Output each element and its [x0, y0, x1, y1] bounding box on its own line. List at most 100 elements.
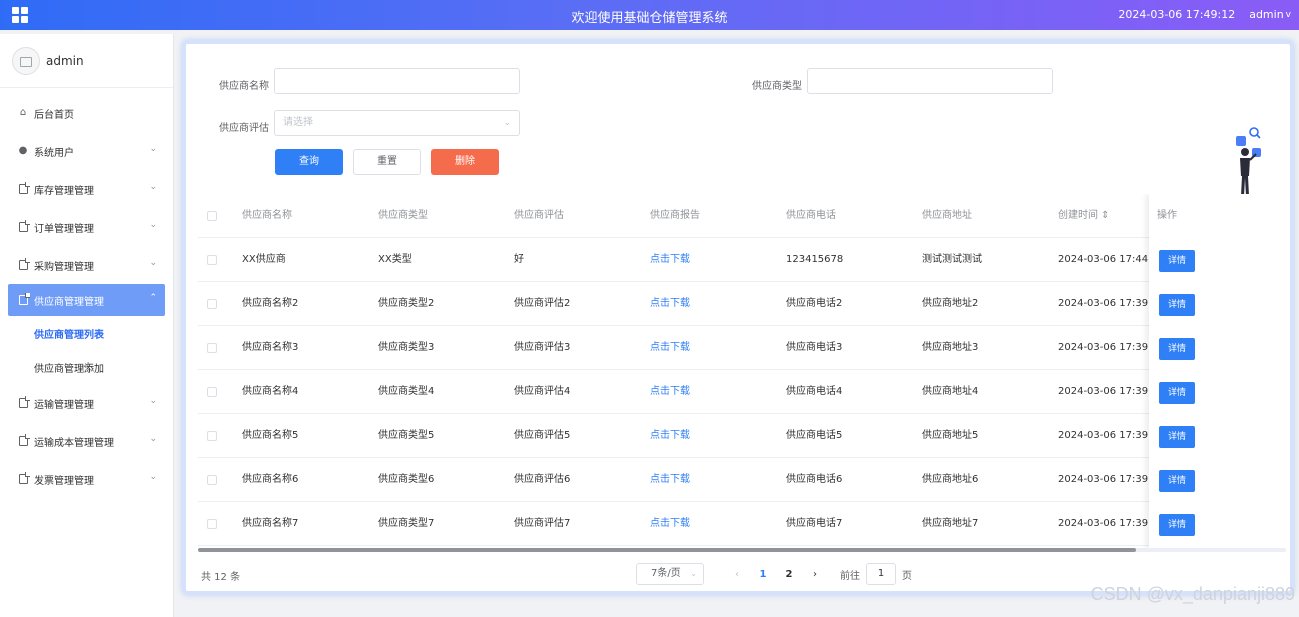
- chevron-down-icon: ⌄: [149, 472, 157, 482]
- download-report-link[interactable]: 点击下载: [650, 370, 690, 414]
- table-cell: 供应商电话3: [786, 342, 843, 353]
- table-cell: 供应商名称4: [242, 386, 299, 397]
- sidebar-user: admin: [0, 34, 173, 88]
- detail-button[interactable]: 详情: [1159, 514, 1195, 536]
- detail-button[interactable]: 详情: [1159, 426, 1195, 448]
- page-number[interactable]: 2: [776, 569, 802, 580]
- sidebar-item-system-users[interactable]: ● 系统用户 ⌄: [0, 132, 173, 170]
- row-checkbox[interactable]: [207, 255, 217, 265]
- header-cell: 供应商电话: [786, 210, 836, 221]
- sidebar-item-home[interactable]: ⌂ 后台首页: [0, 94, 173, 132]
- table-cell: 供应商电话7: [786, 518, 843, 529]
- table-cell: 供应商电话5: [786, 430, 843, 441]
- home-icon: ⌂: [19, 107, 27, 118]
- hand-cursor-icon: ☝: [82, 360, 91, 376]
- supplier-type-label: 供应商类型: [752, 81, 802, 92]
- sidebar-item-label: 订单管理管理: [34, 223, 94, 235]
- header-cell: 操作: [1157, 210, 1177, 221]
- doc-icon: [18, 258, 30, 270]
- row-checkbox[interactable]: [207, 387, 217, 397]
- row-checkbox[interactable]: [207, 519, 217, 529]
- sidebar-item-label: 运输成本管理管理: [34, 437, 114, 449]
- download-report-link[interactable]: 点击下载: [650, 238, 690, 282]
- delete-button[interactable]: 删除: [431, 149, 499, 175]
- sidebar-item-label: 采购管理管理: [34, 261, 94, 273]
- table-cell: 供应商名称7: [242, 518, 299, 529]
- doc-icon: [18, 293, 30, 305]
- detail-button[interactable]: 详情: [1159, 250, 1195, 272]
- sidebar-item-inventory[interactable]: 库存管理管理 ⌄: [0, 170, 173, 208]
- goto-label: 前往: [840, 570, 860, 582]
- detail-button[interactable]: 详情: [1159, 338, 1195, 360]
- doc-icon: [18, 472, 30, 484]
- detail-button[interactable]: 详情: [1159, 382, 1195, 404]
- row-checkbox[interactable]: [207, 299, 217, 309]
- table-header: 供应商名称 供应商类型 供应商评估 供应商报告 供应商电话 供应商地址 创建时间…: [198, 194, 1286, 238]
- sidebar-item-label: 后台首页: [34, 109, 74, 121]
- prev-page-icon[interactable]: ‹: [724, 569, 750, 580]
- table-cell: 供应商评估5: [514, 430, 571, 441]
- sortable-header-cell[interactable]: 创建时间 ⇕: [1058, 194, 1148, 238]
- row-checkbox[interactable]: [207, 343, 217, 353]
- sidebar-subitem-supplier-list[interactable]: 供应商管理列表: [0, 316, 173, 350]
- table-cell: 2024-03-06 17:39:41: [1058, 430, 1150, 441]
- chevron-down-icon: ⌄: [149, 144, 157, 154]
- doc-icon: [18, 434, 30, 446]
- detail-button[interactable]: 详情: [1159, 470, 1195, 492]
- row-checkbox[interactable]: [207, 431, 217, 441]
- sidebar-item-transport-cost[interactable]: 运输成本管理管理 ⌄: [0, 422, 173, 460]
- table-row: 供应商名称3 供应商类型3 供应商评估3 点击下载 供应商电话3 供应商地址3 2024-0…: [198, 326, 1286, 370]
- query-button[interactable]: 查询: [275, 149, 343, 175]
- table-cell: XX供应商: [242, 254, 286, 265]
- page-number[interactable]: 1: [750, 569, 776, 580]
- sidebar-item-transport[interactable]: 运输管理管理 ⌄: [0, 384, 173, 422]
- table-cell: 2024-03-06 17:44:39: [1058, 254, 1150, 265]
- sidebar-item-orders[interactable]: 订单管理管理 ⌄: [0, 208, 173, 246]
- goto-page-input[interactable]: 1: [866, 563, 896, 585]
- next-page-icon[interactable]: ›: [802, 569, 828, 580]
- select-all-checkbox[interactable]: [207, 211, 217, 221]
- sidebar-item-suppliers[interactable]: 供应商管理管理 ⌃: [8, 284, 165, 316]
- table-cell: 123415678: [786, 254, 844, 265]
- download-report-link[interactable]: 点击下载: [650, 458, 690, 502]
- table-cell: 供应商评估4: [514, 386, 571, 397]
- table-cell: 供应商类型3: [378, 342, 435, 353]
- user-icon: ●: [18, 145, 28, 156]
- reset-button[interactable]: 重置: [353, 149, 421, 175]
- supplier-rating-select[interactable]: 请选择 ⌄: [274, 110, 520, 136]
- table-cell: 供应商名称5: [242, 430, 299, 441]
- page-size-select[interactable]: 7条/页 ⌄: [636, 563, 704, 585]
- table-cell: 供应商评估7: [514, 518, 571, 529]
- table-cell: 供应商电话4: [786, 386, 843, 397]
- download-report-link[interactable]: 点击下载: [650, 502, 690, 546]
- table-cell: 供应商评估3: [514, 342, 571, 353]
- table-row: 供应商名称4 供应商类型4 供应商评估4 点击下载 供应商电话4 供应商地址4 2024-0…: [198, 370, 1286, 414]
- table-cell: 供应商地址7: [922, 518, 979, 529]
- table-row: 供应商名称5 供应商类型5 供应商评估5 点击下载 供应商电话5 供应商地址5 2024-0…: [198, 414, 1286, 458]
- datetime-display: 2024-03-06 17:49:12: [1118, 8, 1236, 21]
- table-row: 供应商名称6 供应商类型6 供应商评估6 点击下载 供应商电话6 供应商地址6 2024-0…: [198, 458, 1286, 502]
- table-cell: 供应商电话2: [786, 298, 843, 309]
- row-checkbox[interactable]: [207, 475, 217, 485]
- sidebar-item-label: 运输管理管理: [34, 399, 94, 411]
- table-cell: 供应商类型4: [378, 386, 435, 397]
- sidebar: admin ⌂ 后台首页 ● 系统用户 ⌄ 库存管理管理 ⌄ 订单管理管理 ⌄ …: [0, 34, 174, 617]
- download-report-link[interactable]: 点击下载: [650, 414, 690, 458]
- scrollbar-thumb[interactable]: [198, 548, 1136, 552]
- horizontal-scrollbar[interactable]: [198, 548, 1286, 552]
- sidebar-item-invoices[interactable]: 发票管理管理 ⌄: [0, 460, 173, 498]
- table-cell: 2024-03-06 17:39:41: [1058, 518, 1150, 529]
- total-count: 共 12 条: [201, 572, 241, 583]
- supplier-name-input[interactable]: [274, 68, 520, 94]
- table-cell: 2024-03-06 17:39:41: [1058, 342, 1150, 353]
- download-report-link[interactable]: 点击下载: [650, 282, 690, 326]
- download-report-link[interactable]: 点击下载: [650, 326, 690, 370]
- page-size-value: 7条/页: [651, 568, 681, 579]
- operations-column: 操作 详情 详情 详情 详情 详情 详情 详情: [1149, 194, 1286, 550]
- chevron-down-icon: ⌄: [149, 396, 157, 406]
- detail-button[interactable]: 详情: [1159, 294, 1195, 316]
- sidebar-item-label: 发票管理管理: [34, 475, 94, 487]
- sidebar-item-purchasing[interactable]: 采购管理管理 ⌄: [0, 246, 173, 284]
- user-dropdown[interactable]: admin v: [1249, 8, 1291, 21]
- supplier-type-input[interactable]: [807, 68, 1053, 94]
